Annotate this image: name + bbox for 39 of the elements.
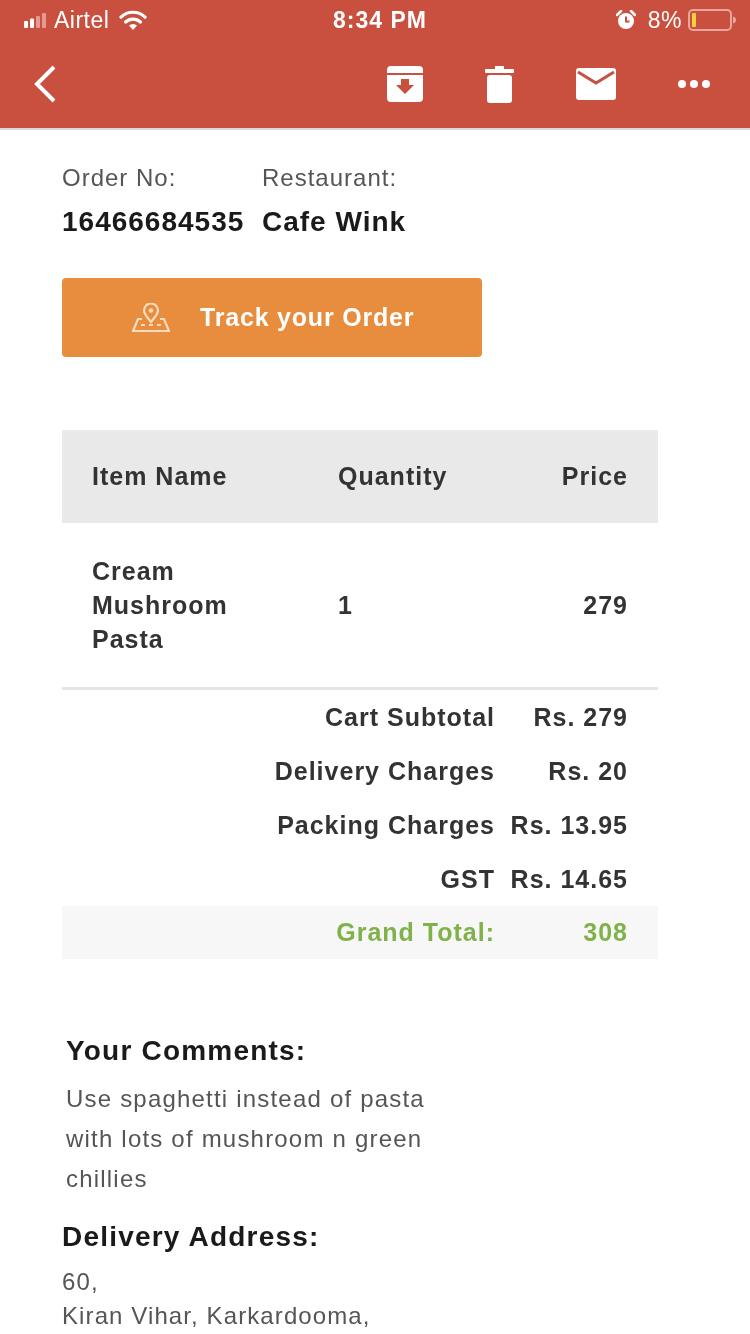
comments-heading: Your Comments: (66, 1035, 308, 1067)
archive-icon[interactable] (387, 66, 423, 102)
grand-total-label: Grand Total: (335, 918, 495, 947)
comments-text: Use spaghetti instead of pasta with lots of mushroom n green chillies (66, 1084, 426, 1194)
charge-label: Delivery Charges (273, 756, 495, 786)
track-order-button[interactable]: Track your Order (62, 278, 482, 357)
charge-label: Cart Subtotal (324, 702, 495, 732)
address-line: Kiran Vihar, Karkardooma, (62, 1301, 372, 1331)
restaurant-name: Cafe Wink (262, 207, 408, 237)
status-time: 8:34 PM (333, 6, 427, 34)
charge-value: Rs. 279 (532, 702, 628, 732)
address-line: 60, (62, 1267, 100, 1297)
trash-icon[interactable] (485, 65, 514, 103)
back-icon[interactable] (33, 65, 57, 103)
more-icon[interactable] (678, 80, 710, 88)
charge-value: Rs. 14.65 (509, 864, 628, 894)
charge-value: Rs. 13.95 (509, 810, 628, 840)
wifi-icon (119, 10, 148, 30)
battery-percent: 8% (647, 6, 682, 34)
item-name-cell-text: Cream Mushroom Pasta (92, 556, 229, 655)
charge-label: Packing Charges (276, 810, 495, 840)
price-cell: 279 (583, 590, 628, 620)
restaurant-label: Restaurant: (262, 163, 399, 193)
battery-icon (688, 9, 736, 31)
column-header: Item Name (92, 462, 229, 491)
mail-icon[interactable] (576, 68, 616, 100)
address-heading: Delivery Address: (62, 1221, 321, 1253)
quantity-cell-text: 1 (338, 590, 354, 620)
charge-value: Rs. 20 (547, 756, 628, 786)
order-no-label: Order No: (62, 163, 178, 193)
order-number: 16466684535 (62, 207, 246, 237)
carrier-name: Airtel (54, 6, 110, 34)
grand-total-value: 308 (582, 918, 628, 947)
map-pin-icon (132, 302, 170, 333)
column-header: Quantity (338, 462, 449, 491)
column-header: Price (561, 462, 628, 491)
alarm-icon (615, 10, 636, 30)
signal-icon (24, 12, 46, 28)
charge-label: GST (439, 864, 495, 894)
